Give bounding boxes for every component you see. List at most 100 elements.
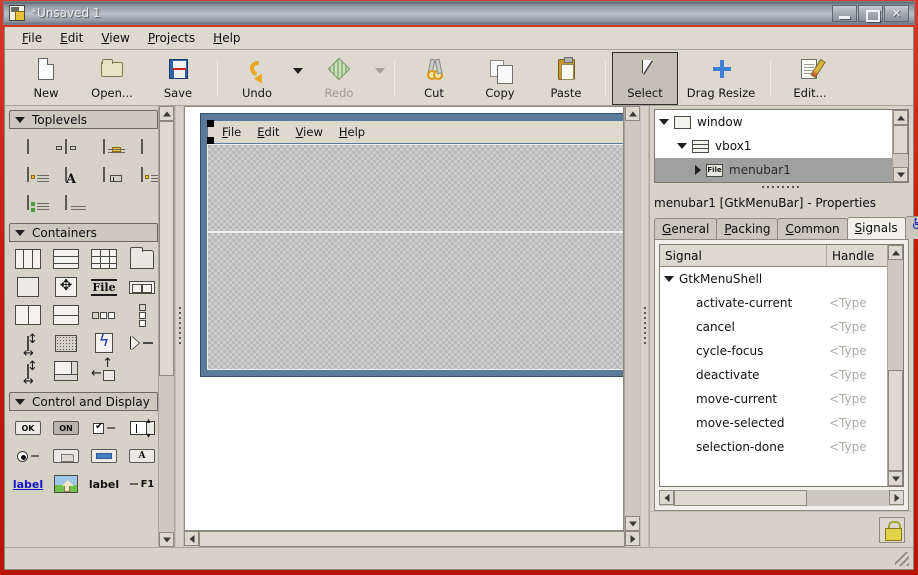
scroll-down-button[interactable] bbox=[625, 516, 640, 531]
canvas-horizontal-scrollbar[interactable] bbox=[184, 531, 640, 547]
palette-item-image[interactable] bbox=[47, 470, 85, 498]
signals-vertical-scrollbar[interactable] bbox=[887, 245, 903, 486]
cut-button[interactable]: Cut bbox=[401, 52, 467, 105]
menu-help[interactable]: Help bbox=[204, 28, 249, 48]
tab-general[interactable]: General bbox=[654, 218, 718, 239]
column-header-handle[interactable]: Handle bbox=[827, 245, 887, 266]
signals-scroll-thumb[interactable] bbox=[888, 369, 903, 471]
design-menu-view[interactable]: View bbox=[288, 123, 331, 141]
table-row[interactable]: move-selected <Type bbox=[660, 411, 887, 435]
title-bar[interactable]: *Unsaved 1 ✕ bbox=[3, 1, 915, 25]
minimize-button[interactable] bbox=[832, 4, 857, 22]
signals-hscroll-track[interactable] bbox=[674, 490, 889, 506]
palette-group-toplevels[interactable]: Toplevels bbox=[9, 110, 158, 129]
widget-tree-list[interactable]: window vbox1 File menubar1 bbox=[655, 110, 892, 182]
tree-scroll-track[interactable] bbox=[893, 125, 908, 167]
palette-item-radio-button[interactable] bbox=[9, 442, 47, 470]
palette-group-control-display[interactable]: Control and Display bbox=[9, 392, 158, 411]
widget-tree[interactable]: window vbox1 File menubar1 bbox=[654, 109, 909, 183]
palette-item-frame[interactable] bbox=[9, 273, 47, 301]
palette-item-about-dialog[interactable] bbox=[123, 160, 158, 188]
scroll-up-button[interactable] bbox=[893, 110, 908, 125]
design-placeholder-2[interactable] bbox=[207, 232, 623, 370]
undo-dropdown-arrow[interactable] bbox=[290, 52, 306, 105]
palette-item-hpaned[interactable] bbox=[9, 301, 47, 329]
palette-group-containers[interactable]: Containers bbox=[9, 223, 158, 242]
scroll-right-button[interactable] bbox=[625, 531, 640, 546]
signals-hscroll-thumb[interactable] bbox=[674, 490, 808, 506]
palette-item-hbutton-box[interactable] bbox=[123, 273, 158, 301]
palette-item-fixed[interactable] bbox=[9, 329, 47, 361]
palette-item-notebook[interactable] bbox=[123, 245, 158, 273]
palette-item-label[interactable]: label bbox=[85, 470, 123, 498]
drag-resize-tool-button[interactable]: Drag Resize bbox=[678, 52, 764, 105]
tree-row-vbox1[interactable]: vbox1 bbox=[655, 134, 892, 158]
tree-scroll-thumb[interactable] bbox=[893, 125, 908, 155]
palette-item-table[interactable] bbox=[85, 245, 123, 273]
padlock-button[interactable] bbox=[879, 516, 905, 543]
palette-item-combo-box[interactable] bbox=[47, 442, 85, 470]
scroll-up-button[interactable] bbox=[888, 245, 903, 260]
design-menu-help[interactable]: Help bbox=[331, 123, 373, 141]
palette-scroll-thumb[interactable] bbox=[159, 121, 174, 376]
palette-item-hbox[interactable] bbox=[9, 245, 47, 273]
palette-item-button[interactable]: OK bbox=[9, 414, 47, 442]
signal-handler-cell[interactable]: <Type bbox=[829, 416, 887, 430]
palette-item-message-dialog[interactable] bbox=[85, 132, 125, 160]
palette-item-hbutton-row[interactable] bbox=[85, 301, 123, 329]
menu-view[interactable]: View bbox=[92, 28, 138, 48]
resize-grip[interactable] bbox=[895, 551, 909, 566]
palette-item-expander[interactable] bbox=[123, 329, 158, 357]
menu-edit[interactable]: Edit bbox=[51, 28, 92, 48]
scroll-down-button[interactable] bbox=[888, 471, 903, 486]
redo-dropdown-arrow[interactable] bbox=[372, 52, 388, 105]
palette-item-check-button[interactable] bbox=[85, 414, 123, 442]
palette-item-assistant[interactable] bbox=[9, 188, 49, 216]
new-button[interactable]: New bbox=[13, 52, 79, 105]
palette-item-color-selection-dialog[interactable] bbox=[123, 132, 158, 160]
tab-accessibility[interactable] bbox=[904, 215, 918, 239]
palette-item-event-box[interactable] bbox=[85, 329, 123, 357]
tree-properties-splitter[interactable] bbox=[650, 183, 913, 192]
canvas-hscroll-track[interactable] bbox=[199, 531, 625, 547]
tree-row-window[interactable]: window bbox=[655, 110, 892, 134]
signals-table[interactable]: Signal Handle GtkMenuShell activate-curr… bbox=[659, 244, 904, 487]
palette-vertical-scrollbar[interactable] bbox=[158, 106, 174, 547]
signals-scroll-track[interactable] bbox=[888, 260, 903, 471]
design-placeholder-1[interactable] bbox=[207, 144, 623, 232]
tree-vertical-scrollbar[interactable] bbox=[892, 110, 908, 182]
palette-item-alignment[interactable] bbox=[47, 273, 85, 301]
palette-item-vbox[interactable] bbox=[47, 245, 85, 273]
table-row[interactable]: selection-done <Type bbox=[660, 435, 887, 459]
signal-handler-cell[interactable]: <Type bbox=[829, 440, 887, 454]
signal-handler-cell[interactable]: <Type bbox=[829, 368, 887, 382]
design-menu-file[interactable]: File bbox=[214, 123, 249, 141]
design-window-preview[interactable]: File Edit View Help bbox=[200, 113, 623, 377]
save-button[interactable]: Save bbox=[145, 52, 211, 105]
palette-item-layout[interactable] bbox=[47, 329, 85, 357]
triangle-down-icon[interactable] bbox=[677, 143, 687, 149]
palette-canvas-splitter[interactable] bbox=[175, 106, 184, 547]
canvas-inspector-splitter[interactable] bbox=[640, 106, 649, 547]
scroll-down-button[interactable] bbox=[159, 532, 174, 547]
scroll-up-button[interactable] bbox=[159, 106, 174, 121]
palette-item-vbutton-column[interactable] bbox=[123, 301, 158, 329]
scroll-down-button[interactable] bbox=[893, 167, 908, 182]
palette-item-font-selection-dialog[interactable]: A bbox=[47, 160, 85, 188]
menu-projects[interactable]: Projects bbox=[139, 28, 204, 48]
redo-button[interactable]: Redo bbox=[306, 52, 372, 105]
tab-common[interactable]: Common bbox=[777, 218, 848, 239]
canvas-hscroll-thumb[interactable] bbox=[199, 531, 625, 547]
signals-horizontal-scrollbar[interactable] bbox=[659, 490, 904, 506]
palette-item-viewport[interactable] bbox=[85, 356, 123, 385]
design-canvas[interactable]: File Edit View Help bbox=[184, 106, 624, 531]
signal-handler-cell[interactable]: <Type bbox=[829, 344, 887, 358]
palette-item-link-button[interactable]: label bbox=[9, 470, 47, 498]
palette-item-scrolled-window[interactable] bbox=[47, 357, 85, 385]
design-menu-edit[interactable]: Edit bbox=[249, 123, 287, 141]
palette-item-spin-button[interactable] bbox=[123, 414, 158, 442]
palette-item-vpaned[interactable] bbox=[47, 301, 85, 329]
scroll-left-button[interactable] bbox=[659, 490, 674, 505]
palette-item-font-button[interactable]: A bbox=[123, 442, 158, 470]
palette-item-dialog[interactable] bbox=[47, 132, 85, 160]
